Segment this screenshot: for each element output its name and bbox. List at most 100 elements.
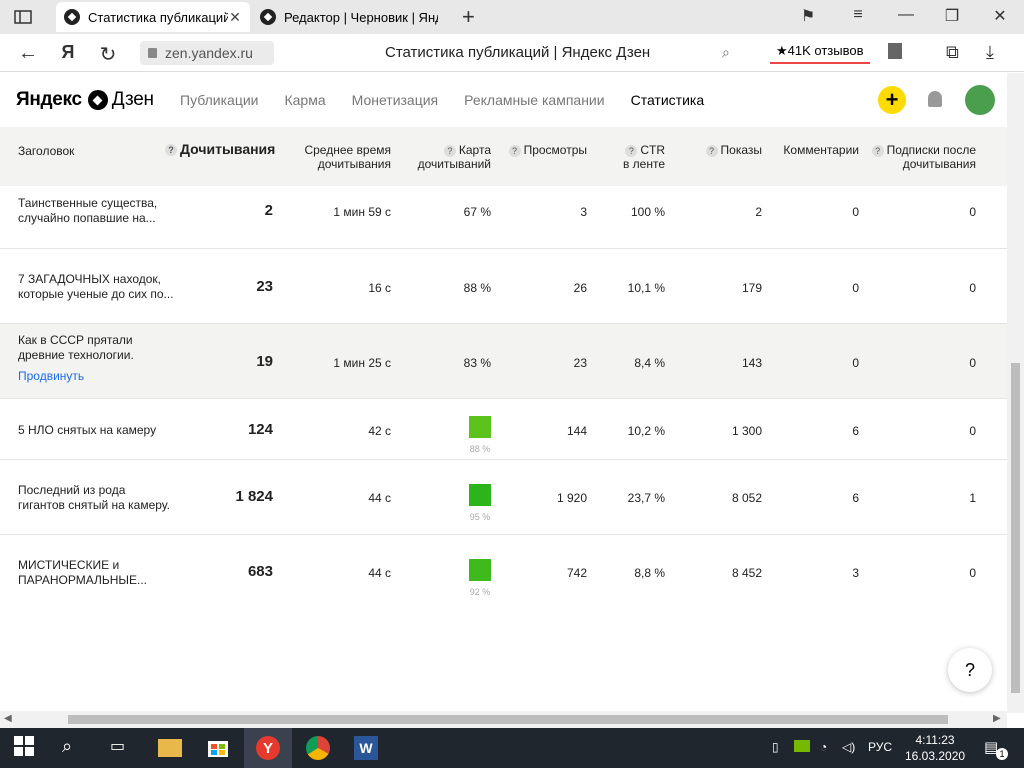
yandex-home-icon[interactable]: Я [56, 42, 80, 63]
row-title[interactable]: МИСТИЧЕСКИЕ и ПАРАНОРМАЛЬНЫЕ... [18, 558, 178, 588]
help-icon[interactable]: ? [625, 144, 638, 157]
row-subs: 0 [969, 205, 976, 219]
row-avg-time: 44 с [368, 566, 391, 580]
promote-link[interactable]: Продвинуть [18, 369, 178, 384]
search-icon[interactable]: ⌕ [722, 44, 730, 61]
row-views: 23 [573, 356, 587, 370]
row-ctr: 10,2 % [627, 424, 665, 438]
horizontal-scroll-thumb[interactable] [68, 715, 948, 724]
table-row[interactable]: МИСТИЧЕСКИЕ и ПАРАНОРМАЛЬНЫЕ... 683 44 с… [0, 535, 1007, 610]
nav-statistics[interactable]: Статистика [631, 92, 705, 108]
bell-icon[interactable] [928, 91, 942, 107]
url-field[interactable]: zen.yandex.ru [140, 41, 274, 65]
horizontal-scrollbar[interactable]: ◀ ▶ [0, 711, 1007, 728]
col-shows[interactable]: ? Показы [705, 143, 762, 157]
table-row[interactable]: Таинственные существа, случайно попавшие… [0, 186, 1007, 249]
tab-statistics[interactable]: Статистика публикаций ✕ [56, 2, 250, 32]
nav-publications[interactable]: Публикации [180, 92, 258, 108]
volume-icon[interactable]: ◁) [842, 740, 855, 754]
reload-icon[interactable]: ↻ [96, 42, 120, 67]
clock[interactable]: 4:11:23 16.03.2020 [905, 732, 965, 764]
vertical-scrollbar[interactable] [1007, 73, 1024, 713]
col-avg-time[interactable]: Среднее время дочитывания [304, 143, 391, 171]
store-icon[interactable] [207, 736, 231, 760]
help-icon[interactable]: ? [443, 144, 456, 157]
col-reads[interactable]: ? Дочитывания [165, 142, 275, 157]
map-label: 95 % [469, 512, 491, 522]
file-explorer-icon[interactable] [158, 739, 182, 757]
help-icon[interactable]: ? [508, 144, 521, 157]
row-comments: 0 [852, 356, 859, 370]
nav-ad-campaigns[interactable]: Рекламные кампании [464, 92, 604, 108]
scroll-right-icon[interactable]: ▶ [993, 713, 1001, 724]
back-icon[interactable]: ← [16, 42, 40, 65]
row-title[interactable]: 7 ЗАГАДОЧНЫХ находок, которые ученые до … [18, 272, 178, 302]
reviews-badge[interactable]: ★41K отзывов [770, 40, 870, 64]
menu-icon[interactable]: ≡ [846, 6, 870, 24]
col-subs[interactable]: ? Подписки после дочитывания [871, 143, 976, 171]
zen-favicon-icon [260, 9, 276, 25]
col-ctr[interactable]: ? CTR в ленте [623, 143, 665, 171]
scroll-left-icon[interactable]: ◀ [4, 713, 12, 724]
restore-icon[interactable]: ❐ [940, 6, 964, 26]
row-comments: 6 [852, 491, 859, 505]
nav-monetization[interactable]: Монетизация [352, 92, 439, 108]
wifi-icon[interactable]: ◔ [820, 740, 827, 754]
word-icon[interactable]: W [354, 736, 378, 760]
row-reads: 2 [264, 202, 273, 219]
main-nav: Публикации Карма Монетизация Рекламные к… [180, 92, 730, 108]
window-close-icon[interactable]: ✕ [988, 6, 1012, 26]
row-title[interactable]: 5 НЛО снятых на камеру [18, 423, 178, 438]
row-subs: 0 [969, 356, 976, 370]
read-map-thumb[interactable] [469, 559, 491, 581]
col-title[interactable]: Заголовок [18, 144, 74, 158]
help-icon[interactable]: ? [165, 144, 177, 157]
task-view-icon[interactable]: ▭ [110, 736, 134, 760]
table-row[interactable]: Как в СССР прятали древние технологии. П… [0, 324, 1007, 399]
map-label: 92 % [469, 587, 491, 597]
help-button[interactable]: ? [948, 648, 992, 692]
row-views: 1 920 [556, 491, 587, 505]
row-shows: 1 300 [731, 424, 762, 438]
bookmark-icon[interactable] [888, 43, 902, 59]
nav-karma[interactable]: Карма [284, 92, 325, 108]
row-title[interactable]: Последний из рода гигантов снятый на кам… [18, 483, 178, 513]
read-map-thumb[interactable] [469, 416, 491, 438]
help-icon[interactable]: ? [871, 144, 884, 157]
row-views: 144 [566, 424, 587, 438]
row-title[interactable]: Как в СССР прятали древние технологии. П… [18, 333, 178, 384]
create-button[interactable]: + [878, 86, 906, 114]
help-icon[interactable]: ? [705, 144, 718, 157]
language-indicator[interactable]: РУС [868, 740, 892, 754]
yandex-zen-logo[interactable]: Яндекс Дзен [16, 89, 154, 111]
col-views[interactable]: ? Просмотры [508, 143, 587, 157]
windows-taskbar: ⌕ ▭ Y W ▯ ◔ ◁) РУС 4:11:23 16.03.2020 ▤ … [0, 728, 1024, 768]
battery-icon[interactable]: ▯ [772, 740, 779, 754]
download-icon[interactable]: ⤓ [986, 42, 994, 63]
new-tab-icon[interactable]: + [462, 4, 475, 30]
minimize-icon[interactable]: — [894, 6, 918, 24]
row-reads: 19 [256, 353, 273, 370]
row-title[interactable]: Таинственные существа, случайно попавшие… [18, 196, 178, 226]
row-comments: 3 [852, 566, 859, 580]
lock-icon [148, 48, 157, 58]
row-comments: 0 [852, 205, 859, 219]
search-icon[interactable]: ⌕ [62, 736, 86, 760]
nvidia-icon[interactable] [794, 740, 810, 752]
chrome-icon[interactable] [306, 736, 330, 760]
col-comments[interactable]: Комментарии [783, 143, 859, 157]
tab-editor[interactable]: Редактор | Черновик | Янд [252, 2, 446, 32]
table-row[interactable]: Последний из рода гигантов снятый на кам… [0, 460, 1007, 535]
vertical-scroll-thumb[interactable] [1011, 363, 1020, 693]
bookmark-manager-icon[interactable]: ⚑ [796, 6, 820, 26]
col-map[interactable]: ? Карта дочитываний [418, 143, 491, 171]
table-row[interactable]: 7 ЗАГАДОЧНЫХ находок, которые ученые до … [0, 249, 1007, 324]
sidebar-toggle-icon[interactable] [10, 6, 36, 28]
read-map-thumb[interactable] [469, 484, 491, 506]
yandex-browser-icon[interactable]: Y [244, 728, 292, 768]
close-icon[interactable]: ✕ [228, 9, 242, 26]
avatar[interactable] [965, 85, 995, 115]
table-row[interactable]: 5 НЛО снятых на камеру 124 42 с 88 % 144… [0, 399, 1007, 460]
extension-icon[interactable]: ⧉ [946, 42, 959, 63]
windows-start-icon[interactable] [14, 736, 38, 760]
